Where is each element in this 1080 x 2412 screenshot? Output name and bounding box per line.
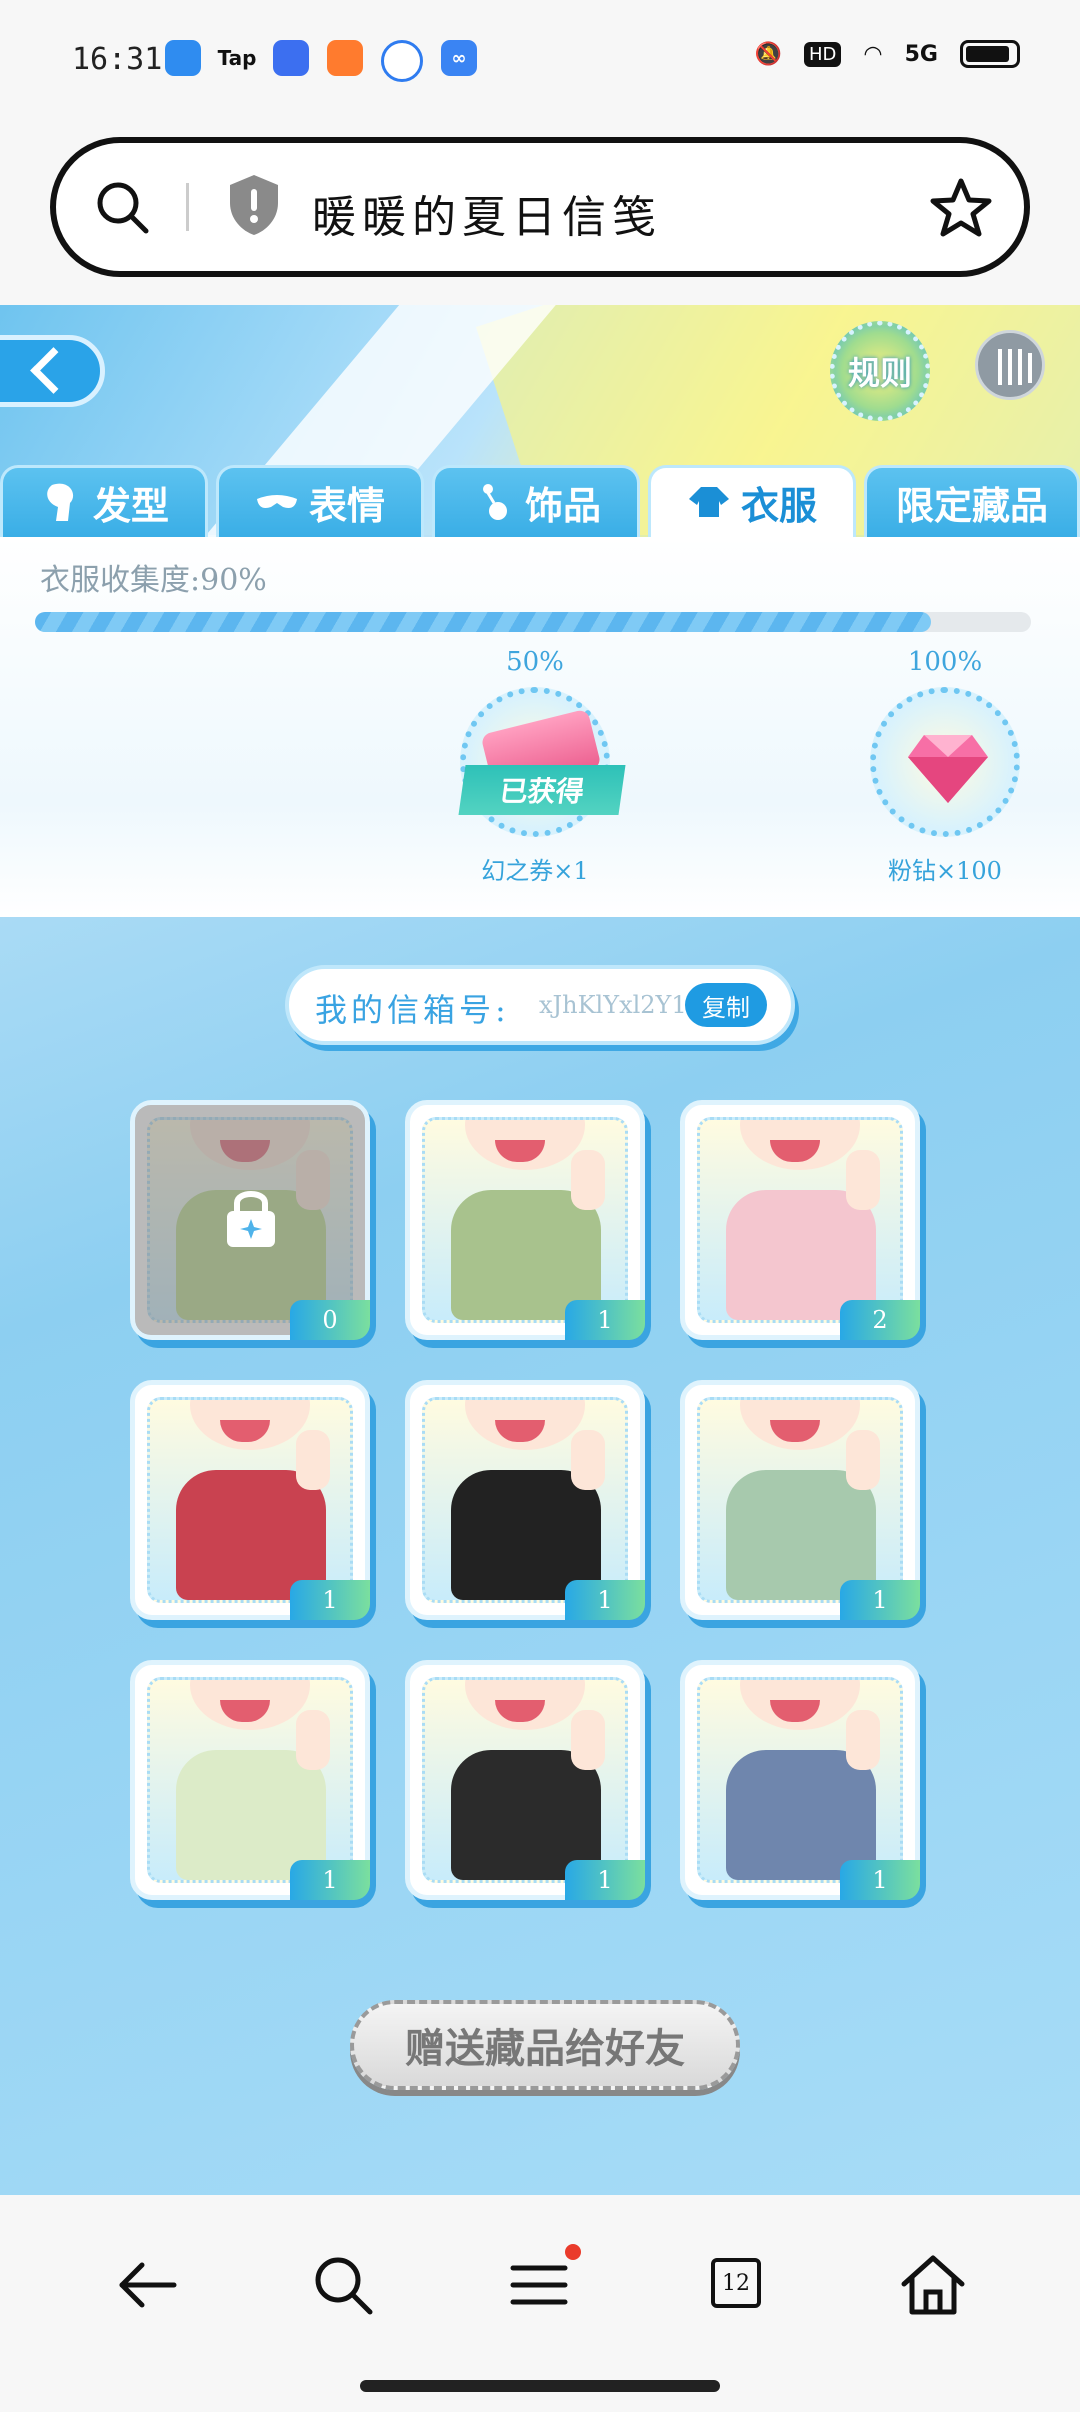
item-count: 1 — [840, 1860, 920, 1900]
clothes-item-card[interactable]: 0 — [130, 1100, 370, 1340]
back-button[interactable] — [0, 335, 105, 407]
outfit-thumbnail — [422, 1677, 628, 1883]
chevron-left-icon — [30, 347, 77, 394]
earring-icon — [471, 481, 515, 525]
item-count: 1 — [565, 1300, 645, 1340]
clothes-item-card[interactable]: 2 — [680, 1100, 920, 1340]
pink-diamond-icon[interactable] — [870, 687, 1020, 837]
notification-icons: Tap ∞ — [165, 40, 477, 82]
tab-label: 限定藏品 — [895, 484, 1048, 528]
milestone-reward: 幻之券×1 — [481, 857, 589, 885]
bag-app-icon — [273, 40, 309, 76]
chat-app-icon — [381, 40, 423, 82]
mailbox-label: 我的信箱号: — [315, 991, 510, 1029]
outfit-thumbnail — [697, 1677, 903, 1883]
tab-limited[interactable]: 限定藏品 — [864, 465, 1080, 537]
tab-clothes[interactable]: 衣服 — [648, 465, 856, 537]
outfit-thumbnail — [147, 1397, 353, 1603]
clothes-item-card[interactable]: 1 — [405, 1660, 645, 1900]
milestone-reward: 粉钻×100 — [888, 857, 1002, 885]
item-count: 1 — [565, 1580, 645, 1620]
outfit-thumbnail — [422, 1117, 628, 1323]
network-label: 5G — [904, 41, 938, 67]
outfit-thumbnail — [697, 1397, 903, 1603]
milestone-percent: 100% — [907, 647, 983, 677]
clothes-icon — [687, 481, 731, 525]
tab-expression[interactable]: 表情 — [216, 465, 424, 537]
clothes-item-card[interactable]: 1 — [130, 1380, 370, 1620]
browser-toolbar: 暖暖的夏日信笺 — [0, 125, 1080, 305]
clothes-item-card[interactable]: 1 — [680, 1660, 920, 1900]
outfit-thumbnail — [422, 1397, 628, 1603]
clothes-item-card[interactable]: 1 — [405, 1100, 645, 1340]
collection-progress-fill — [35, 612, 932, 632]
collection-progress-panel: 衣服收集度:90% 50% 已获得 幻之券×1 100% 粉钻×100 — [0, 537, 1080, 917]
battery-icon — [960, 40, 1020, 68]
category-tabs: 发型 表情 饰品 衣服 限定藏品 — [0, 465, 1080, 537]
search-icon[interactable] — [308, 2250, 378, 2320]
item-count: 1 — [290, 1580, 370, 1620]
tab-accessories[interactable]: 饰品 — [432, 465, 640, 537]
clothes-grid: 0 1 2 1 1 1 1 1 1 — [130, 1100, 930, 1900]
status-right: 🔕 HD ◠ 5G — [755, 40, 1020, 68]
status-time: 16:31 — [72, 42, 163, 77]
mask-icon — [255, 481, 299, 525]
clothes-item-card[interactable]: 1 — [680, 1380, 920, 1620]
outfit-thumbnail — [147, 1677, 353, 1883]
tab-hairstyle[interactable]: 发型 — [0, 465, 208, 537]
obtained-badge: 已获得 — [458, 765, 626, 815]
tap-app-icon: Tap — [217, 46, 257, 70]
music-toggle-icon[interactable] — [975, 330, 1045, 400]
mailbox-id: xJhKlYxl2Y19 — [539, 991, 702, 1019]
menu-icon[interactable] — [505, 2244, 581, 2320]
tab-label: 表情 — [308, 484, 385, 528]
search-query[interactable]: 暖暖的夏日信笺 — [312, 181, 662, 245]
status-bar: 16:31 Tap ∞ 🔕 HD ◠ 5G — [0, 0, 1080, 125]
tab-label: 发型 — [92, 484, 169, 528]
item-count: 1 — [290, 1860, 370, 1900]
shield-icon[interactable] — [226, 173, 282, 237]
browser-app-icon — [165, 40, 201, 76]
item-count: 1 — [840, 1580, 920, 1620]
milestone-100[interactable]: 100% 粉钻×100 — [860, 647, 1030, 886]
mute-icon: 🔕 — [754, 41, 783, 67]
reward-ticket-icon[interactable]: 已获得 — [458, 687, 626, 837]
home-indicator — [360, 2380, 720, 2392]
orange-app-icon — [327, 40, 363, 76]
collection-progress-bar — [35, 612, 1031, 632]
wifi-icon: ◠ — [863, 41, 883, 67]
rules-button[interactable]: 规则 — [830, 321, 930, 421]
tab-label: 衣服 — [740, 484, 817, 528]
tab-label: 饰品 — [524, 484, 601, 528]
item-count: 1 — [565, 1860, 645, 1900]
collection-progress-label: 衣服收集度:90% — [40, 563, 267, 598]
lock-icon — [221, 1185, 281, 1249]
back-arrow-icon[interactable] — [112, 2250, 182, 2320]
loop-app-icon: ∞ — [441, 40, 477, 76]
copy-button[interactable]: 复制 — [685, 983, 767, 1027]
home-icon[interactable] — [898, 2250, 968, 2320]
browser-bottom-nav: 12 — [0, 2195, 1080, 2412]
clothes-item-card[interactable]: 1 — [405, 1380, 645, 1620]
clothes-item-card[interactable]: 1 — [130, 1660, 370, 1900]
milestone-percent: 50% — [506, 647, 564, 677]
item-count: 2 — [840, 1300, 920, 1340]
hair-icon — [39, 481, 83, 525]
search-icon[interactable] — [94, 179, 150, 235]
bookmark-star-icon[interactable] — [930, 177, 992, 239]
mailbox-panel: 我的信箱号: xJhKlYxl2Y19 复制 — [285, 965, 795, 1045]
gift-to-friend-button[interactable]: 赠送藏品给好友 — [350, 2000, 740, 2090]
tabs-button[interactable]: 12 — [703, 2250, 773, 2320]
item-count: 0 — [290, 1300, 370, 1340]
notification-dot — [565, 2244, 581, 2260]
milestone-50[interactable]: 50% 已获得 幻之券×1 — [450, 647, 626, 886]
search-divider — [186, 183, 189, 231]
search-bar[interactable]: 暖暖的夏日信笺 — [50, 137, 1030, 277]
hd-badge: HD — [804, 41, 842, 67]
outfit-thumbnail — [697, 1117, 903, 1323]
tabs-count: 12 — [711, 2258, 761, 2308]
collection-page: 规则 发型 表情 饰品 衣服 限定藏品 衣服收集度:90% 50% 已获得 幻之… — [0, 305, 1080, 2195]
